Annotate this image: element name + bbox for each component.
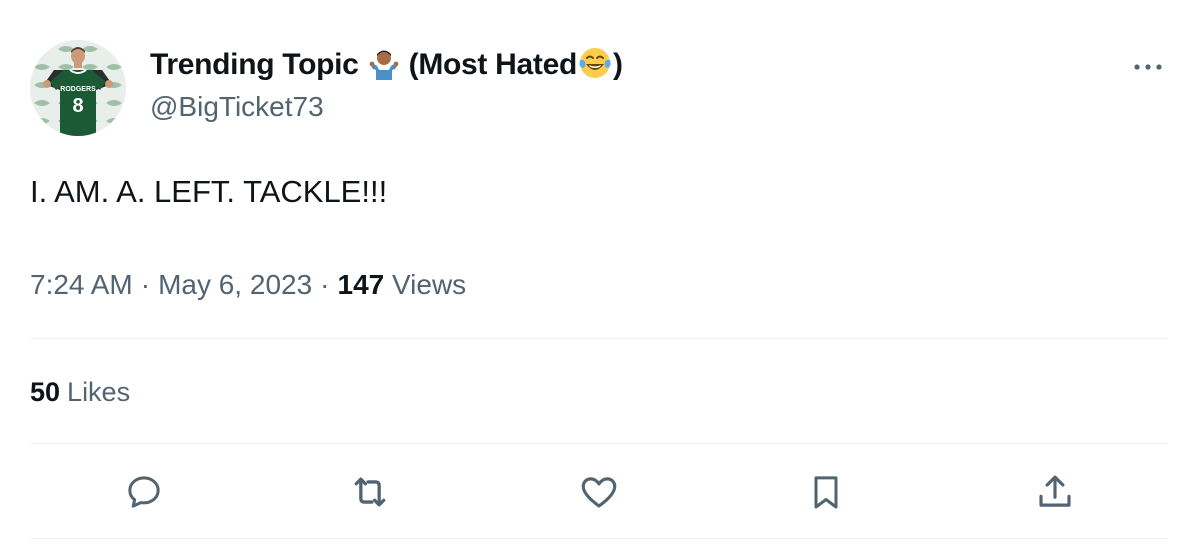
bookmark-icon [814,476,838,509]
display-name-part-2: (Most Hated [400,48,578,81]
person-shrugging-emoji [368,48,400,91]
likes-stat[interactable]: 50 Likes [30,373,130,411]
views-label: Views [392,269,467,300]
user-handle[interactable]: @BigTicket73 [150,89,324,125]
tweet-text: I. AM. A. LEFT. TACKLE!!! [30,174,388,209]
likes-label: Likes [67,377,131,407]
divider [30,538,1168,539]
display-name-part-3: ) [613,48,623,81]
bookmark-button[interactable] [804,470,848,514]
share-icon [1039,475,1071,507]
divider [30,338,1168,339]
face-with-tears-of-joy-emoji [578,46,612,91]
meta-separator: · [140,269,151,300]
reply-button[interactable] [122,470,166,514]
avatar-jersey-name: RODGERS [60,86,96,93]
more-dots-icon [1134,64,1162,70]
more-options-button[interactable] [1128,52,1168,82]
divider [30,443,1168,444]
reply-icon [128,476,160,508]
tweet-detail: RODGERS 8 Trending Topic (Most Hated ) @… [0,0,1200,541]
avatar[interactable]: RODGERS 8 [30,40,126,136]
likes-count: 50 [30,377,61,407]
display-name[interactable]: Trending Topic (Most Hated ) [150,45,623,91]
tweet-meta: 7:24 AM · May 6, 2023 · 147 Views [30,266,466,304]
tweet-date[interactable]: May 6, 2023 [158,269,312,300]
tweet-time[interactable]: 7:24 AM [30,269,133,300]
retweet-button[interactable] [348,470,392,514]
views-count: 147 [337,269,385,300]
display-name-part-1: Trending Topic [150,48,367,81]
meta-separator: · [320,269,330,300]
like-button[interactable] [577,470,621,514]
retweet-icon [354,477,386,507]
share-button[interactable] [1033,470,1077,514]
avatar-photo: RODGERS 8 [30,40,126,136]
heart-icon [581,477,617,508]
avatar-jersey-number: 8 [72,95,83,117]
